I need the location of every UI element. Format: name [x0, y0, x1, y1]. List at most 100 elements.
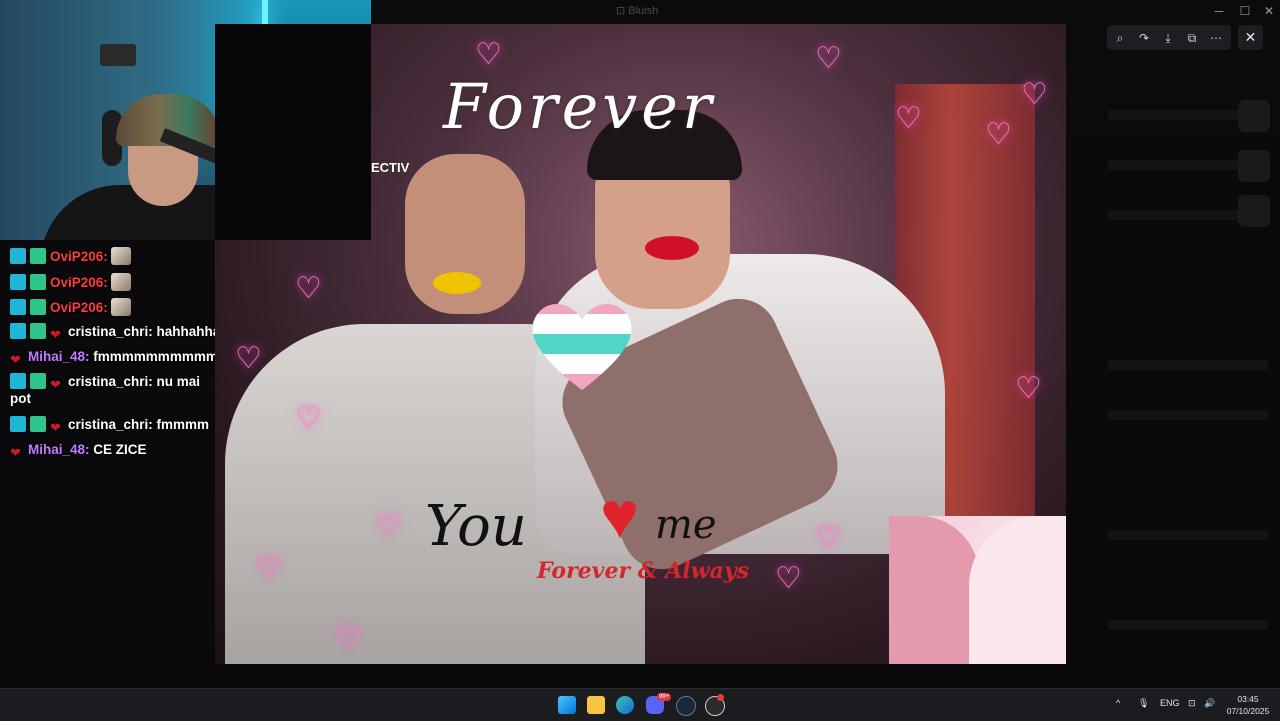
- mod-badge-icon: [10, 373, 26, 389]
- chat-text: fmmmm: [156, 417, 210, 432]
- chat-text: fmmmmmmmmmm: [93, 349, 218, 364]
- download-icon[interactable]: ⤓: [1158, 28, 1178, 48]
- mod-badge-icon: [10, 248, 26, 264]
- zoom-icon[interactable]: ⌕: [1110, 28, 1130, 48]
- clock-date: 07/10/2025: [1226, 706, 1270, 716]
- chat-message: ❤ cristina_chri: nu mai pot: [10, 373, 201, 406]
- panel-row: [1108, 410, 1268, 420]
- image-viewer-toolbar: ⌕ ↷ ⤓ ⧉ ⋯: [1107, 25, 1231, 50]
- volume-icon[interactable]: 🔊: [1204, 698, 1215, 709]
- neon-heart-icon: ♡: [255, 552, 282, 585]
- steam-icon[interactable]: [676, 696, 696, 716]
- chat-message: ❤ cristina_chri: fmmmm: [10, 416, 230, 434]
- chat-text: hahhahha: [156, 324, 221, 339]
- heart-badge-icon: ❤: [50, 327, 61, 342]
- taskbar: 99+ ^ 🎙 ENG ⊡ 🔊 03:45 07/10/2025: [0, 688, 1280, 721]
- background-app-panel: [1090, 60, 1280, 680]
- chat-overlay: OviP206: OviP206: OviP206: ❤ cristina_chr…: [0, 240, 220, 660]
- panel-thumbnail: [1238, 100, 1270, 132]
- red-lips-sticker: [645, 236, 699, 260]
- chat-username: OviP206: [50, 300, 104, 315]
- chat-username: OviP206: [50, 275, 104, 290]
- og-badge-icon: [30, 416, 46, 432]
- obs-recording-dot: [717, 694, 724, 701]
- mod-badge-icon: [10, 299, 26, 315]
- neon-heart-icon: ♡: [335, 622, 362, 655]
- minimize-button[interactable]: ─: [1210, 2, 1228, 20]
- close-icon[interactable]: ✕: [1238, 25, 1263, 50]
- og-badge-icon: [30, 274, 46, 290]
- chat-message: ❤ cristina_chri: hahhahha: [10, 323, 230, 341]
- heart-badge-icon: ❤: [10, 445, 21, 460]
- heart-badge-icon: ❤: [50, 420, 61, 435]
- panel-thumbnail: [1238, 195, 1270, 227]
- neon-heart-icon: ♡: [295, 402, 322, 435]
- chat-emote-icon: [110, 247, 131, 265]
- panel-row: [1108, 620, 1268, 630]
- anime-hair-right: [969, 516, 1066, 664]
- microphone-tray-icon[interactable]: 🎙: [1138, 698, 1149, 709]
- neon-heart-icon: ♡: [775, 562, 802, 595]
- chat-username: Mihai_48: [28, 349, 86, 364]
- mod-badge-icon: [10, 416, 26, 432]
- chat-username: cristina_chri: [68, 324, 149, 339]
- webcam-wall-hook: [100, 44, 136, 66]
- mod-badge-icon: [10, 274, 26, 290]
- rotate-icon[interactable]: ↷: [1134, 28, 1154, 48]
- og-badge-icon: [30, 248, 46, 264]
- forever-text: Forever: [443, 70, 716, 143]
- network-icon[interactable]: ⊡: [1188, 698, 1196, 709]
- panel-thumbnail: [1238, 150, 1270, 182]
- yellow-lips-sticker: [433, 272, 481, 294]
- show-hidden-icons-icon[interactable]: ^: [1116, 698, 1120, 708]
- neon-heart-icon: ♡: [375, 510, 402, 543]
- heart-badge-icon: ❤: [10, 352, 21, 367]
- og-badge-icon: [30, 323, 46, 339]
- file-explorer-icon[interactable]: [587, 696, 605, 714]
- red-heart-icon: ♥: [600, 478, 640, 552]
- open-external-icon[interactable]: ⧉: [1182, 28, 1202, 48]
- forever-always-text: Forever & Always: [537, 558, 750, 584]
- maximize-button[interactable]: ☐: [1236, 2, 1254, 20]
- flag-heart-icon: [532, 303, 632, 390]
- chat-message: OviP206:: [10, 247, 230, 265]
- language-indicator[interactable]: ENG: [1160, 698, 1180, 708]
- you-text: You: [425, 494, 527, 559]
- window-close-button[interactable]: ✕: [1260, 2, 1278, 20]
- heart-badge-icon: ❤: [50, 377, 61, 392]
- chat-username: cristina_chri: [68, 417, 149, 432]
- neon-heart-icon: ♡: [295, 272, 322, 305]
- background-sign-text: ECTIV: [371, 160, 410, 175]
- chat-username: Mihai_48: [28, 442, 86, 457]
- more-icon[interactable]: ⋯: [1206, 28, 1226, 48]
- anime-sticker: [889, 516, 1066, 664]
- neon-heart-icon: ♡: [475, 38, 502, 71]
- chat-username: OviP206: [50, 249, 104, 264]
- chat-message: ❤ Mihai_48: CE ZICE: [10, 442, 147, 460]
- og-badge-icon: [30, 299, 46, 315]
- neon-heart-icon: ♡: [895, 102, 922, 135]
- discord-notification-badge: 99+: [657, 693, 672, 701]
- panel-row: [1108, 360, 1268, 370]
- windows-start-icon[interactable]: [558, 696, 576, 714]
- chat-text: CE ZICE: [93, 442, 147, 457]
- chat-message: OviP206:: [10, 273, 230, 291]
- chat-message: ❤ Mihai_48: fmmmmmmmmmm: [10, 349, 218, 367]
- anime-hair-left: [889, 516, 979, 664]
- me-text: me: [655, 502, 717, 548]
- neon-heart-icon: ♡: [985, 118, 1012, 151]
- meme-image[interactable]: Forever You ♥ me Forever & Always ECTIV …: [215, 24, 1066, 664]
- taskbar-clock[interactable]: 03:45 07/10/2025: [1222, 693, 1274, 717]
- clock-time: 03:45: [1237, 694, 1259, 704]
- neon-heart-icon: ♡: [1015, 372, 1042, 405]
- mod-badge-icon: [10, 323, 26, 339]
- window-title: ⊡ Bluish: [616, 5, 659, 17]
- chat-emote-icon: [110, 273, 131, 291]
- chat-emote-icon: [110, 298, 131, 316]
- og-badge-icon: [30, 373, 46, 389]
- meme-dark-corner: [215, 24, 371, 240]
- chat-message: OviP206:: [10, 298, 230, 316]
- chat-username: cristina_chri: [68, 374, 149, 389]
- neon-heart-icon: ♡: [815, 522, 842, 555]
- edge-icon[interactable]: [616, 696, 634, 714]
